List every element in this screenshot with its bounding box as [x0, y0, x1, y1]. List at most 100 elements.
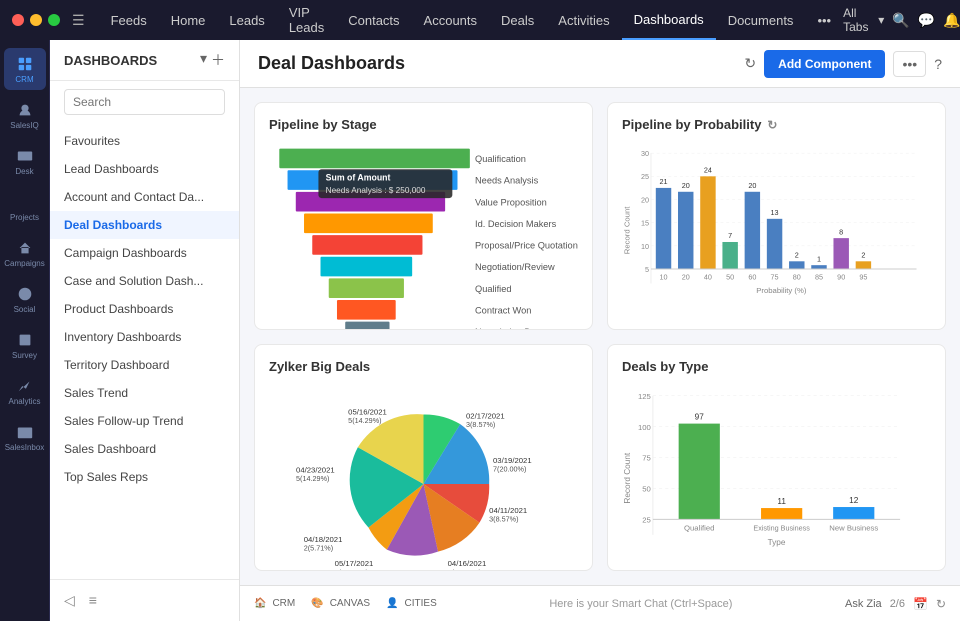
nav-right-section: All Tabs ▾ 🔍 💬 🔔 📅 📞 ✉ U [843, 6, 960, 34]
iconbar-analytics[interactable]: Analytics [4, 370, 46, 412]
svg-text:Negotiation Done: Negotiation Done [475, 327, 546, 329]
svg-text:Id. Decision Makers: Id. Decision Makers [475, 219, 557, 229]
bottom-refresh-icon[interactable]: ↻ [936, 597, 946, 611]
svg-text:04/16/2021: 04/16/2021 [448, 559, 487, 568]
svg-text:8: 8 [839, 227, 843, 236]
top-navigation: ☰ Feeds Home Leads VIP Leads Contacts Ac… [0, 0, 960, 40]
sidebar-collapse-icon[interactable]: ◁ [64, 592, 75, 609]
crm-bottom-item[interactable]: 🏠 CRM [254, 598, 295, 609]
sidebar-item-territory-dashboard[interactable]: Territory Dashboard [50, 351, 239, 379]
canvas-bottom-item[interactable]: 🎨 CANVAS [311, 598, 370, 609]
zylker-big-deals-title: Zylker Big Deals [269, 359, 578, 374]
iconbar-projects[interactable]: Projects [4, 186, 46, 228]
nav-deals[interactable]: Deals [489, 0, 546, 40]
sidebar-item-campaign-dashboards[interactable]: Campaign Dashboards [50, 239, 239, 267]
bottom-calendar-icon[interactable]: 📅 [913, 597, 928, 611]
sidebar-item-inventory-dashboards[interactable]: Inventory Dashboards [50, 323, 239, 351]
svg-text:04/11/2021: 04/11/2021 [489, 505, 527, 514]
svg-text:5(14.29%): 5(14.29%) [448, 567, 481, 571]
refresh-button[interactable]: ↻ [744, 55, 756, 72]
close-window-button[interactable] [12, 14, 24, 26]
svg-text:12: 12 [849, 495, 859, 504]
svg-text:Type: Type [768, 538, 786, 547]
all-tabs-button[interactable]: All Tabs ▾ [843, 6, 884, 34]
more-options-button[interactable]: ••• [893, 51, 926, 77]
iconbar-salesinbox[interactable]: SalesInbox [4, 416, 46, 458]
bell-icon[interactable]: 🔔 [943, 12, 960, 29]
sidebar-item-sales-trend[interactable]: Sales Trend [50, 379, 239, 407]
svg-text:50: 50 [726, 273, 734, 282]
search-icon[interactable]: 🔍 [892, 12, 909, 29]
help-button[interactable]: ? [934, 56, 942, 72]
left-sidebar: DASHBOARDS ▾ ＋ Favourites Lead Dashboard… [50, 40, 240, 621]
content-header: Deal Dashboards ↻ Add Component ••• ? [240, 40, 960, 88]
minimize-window-button[interactable] [30, 14, 42, 26]
hamburger-menu-icon[interactable]: ☰ [72, 12, 85, 29]
refresh-chart-icon[interactable]: ↻ [767, 118, 777, 132]
nav-vip-leads[interactable]: VIP Leads [277, 0, 336, 40]
nav-accounts[interactable]: Accounts [412, 0, 489, 40]
nav-more[interactable]: ••• [805, 0, 843, 40]
svg-text:3(8.57%): 3(8.57%) [489, 514, 518, 523]
sidebar-item-top-sales-reps[interactable]: Top Sales Reps [50, 463, 239, 491]
chat-icon[interactable]: 💬 [918, 12, 935, 29]
sidebar-item-account-contact[interactable]: Account and Contact Da... [50, 183, 239, 211]
iconbar-campaigns[interactable]: Campaigns [4, 232, 46, 274]
smart-chat-label[interactable]: Here is your Smart Chat (Ctrl+Space) [453, 598, 829, 610]
maximize-window-button[interactable] [48, 14, 60, 26]
content-area: Deal Dashboards ↻ Add Component ••• ? Pi… [240, 40, 960, 621]
iconbar-crm[interactable]: CRM [4, 48, 46, 90]
svg-text:5(14.29%): 5(14.29%) [296, 474, 329, 483]
sidebar-item-deal-dashboards[interactable]: Deal Dashboards [50, 211, 239, 239]
iconbar-salesiq[interactable]: SalesIQ [4, 94, 46, 136]
sidebar-add-icon[interactable]: ＋ [211, 50, 225, 70]
svg-text:50: 50 [642, 484, 651, 493]
svg-text:Qualification: Qualification [475, 154, 526, 164]
svg-text:04/18/2021: 04/18/2021 [304, 534, 343, 543]
svg-text:2: 2 [861, 250, 865, 259]
sidebar-header: DASHBOARDS ▾ ＋ [50, 40, 239, 81]
iconbar-survey[interactable]: Survey [4, 324, 46, 366]
nav-contacts[interactable]: Contacts [336, 0, 411, 40]
add-component-button[interactable]: Add Component [764, 50, 885, 78]
sidebar-item-sales-followup[interactable]: Sales Follow-up Trend [50, 407, 239, 435]
ask-zia-button[interactable]: Ask Zia [845, 598, 882, 610]
nav-activities[interactable]: Activities [546, 0, 621, 40]
sidebar-item-case-solution[interactable]: Case and Solution Dash... [50, 267, 239, 295]
canvas-bottom-icon: 🎨 [311, 598, 323, 609]
main-layout: CRM SalesIQ Desk Projects Campaigns Soci… [0, 40, 960, 621]
pie-chart-container: 02/17/2021 3(8.57%) 03/19/2021 7(20.00%)… [269, 384, 578, 572]
funnel-svg: Qualification Needs Analysis Value Propo… [269, 142, 578, 330]
cities-bottom-item[interactable]: 👤 CITIES [386, 598, 437, 609]
svg-text:85: 85 [815, 273, 823, 282]
svg-text:2(5.71%): 2(5.71%) [304, 543, 333, 552]
iconbar-desk[interactable]: Desk [4, 140, 46, 182]
dashboard-grid: Pipeline by Stage [240, 88, 960, 585]
pie-chart-svg: 02/17/2021 3(8.57%) 03/19/2021 7(20.00%)… [269, 384, 578, 572]
nav-home[interactable]: Home [159, 0, 218, 40]
svg-text:03/19/2021: 03/19/2021 [493, 455, 532, 464]
sidebar-item-favourites[interactable]: Favourites [50, 127, 239, 155]
svg-text:40: 40 [704, 273, 712, 282]
content-actions: ↻ Add Component ••• ? [744, 50, 942, 78]
sidebar-title: DASHBOARDS [64, 53, 194, 68]
sidebar-list-view-icon[interactable]: ≡ [89, 592, 97, 609]
sidebar-item-lead-dashboards[interactable]: Lead Dashboards [50, 155, 239, 183]
nav-documents[interactable]: Documents [716, 0, 806, 40]
iconbar-social[interactable]: Social [4, 278, 46, 320]
svg-text:80: 80 [793, 273, 801, 282]
crm-bottom-icon: 🏠 [254, 598, 266, 609]
funnel-chart: Qualification Needs Analysis Value Propo… [269, 142, 578, 330]
cities-bottom-icon: 👤 [386, 598, 398, 609]
svg-text:05/16/2021: 05/16/2021 [348, 407, 387, 416]
nav-leads[interactable]: Leads [217, 0, 276, 40]
svg-text:1: 1 [817, 254, 821, 263]
nav-dashboards[interactable]: Dashboards [622, 0, 716, 40]
sidebar-item-product-dashboards[interactable]: Product Dashboards [50, 295, 239, 323]
svg-text:21: 21 [659, 177, 667, 186]
nav-feeds[interactable]: Feeds [99, 0, 159, 40]
sidebar-item-sales-dashboard[interactable]: Sales Dashboard [50, 435, 239, 463]
pipeline-probability-title: Pipeline by Probability ↻ [622, 117, 931, 132]
sidebar-search-input[interactable] [64, 89, 225, 115]
sidebar-dropdown-icon[interactable]: ▾ [200, 50, 207, 70]
